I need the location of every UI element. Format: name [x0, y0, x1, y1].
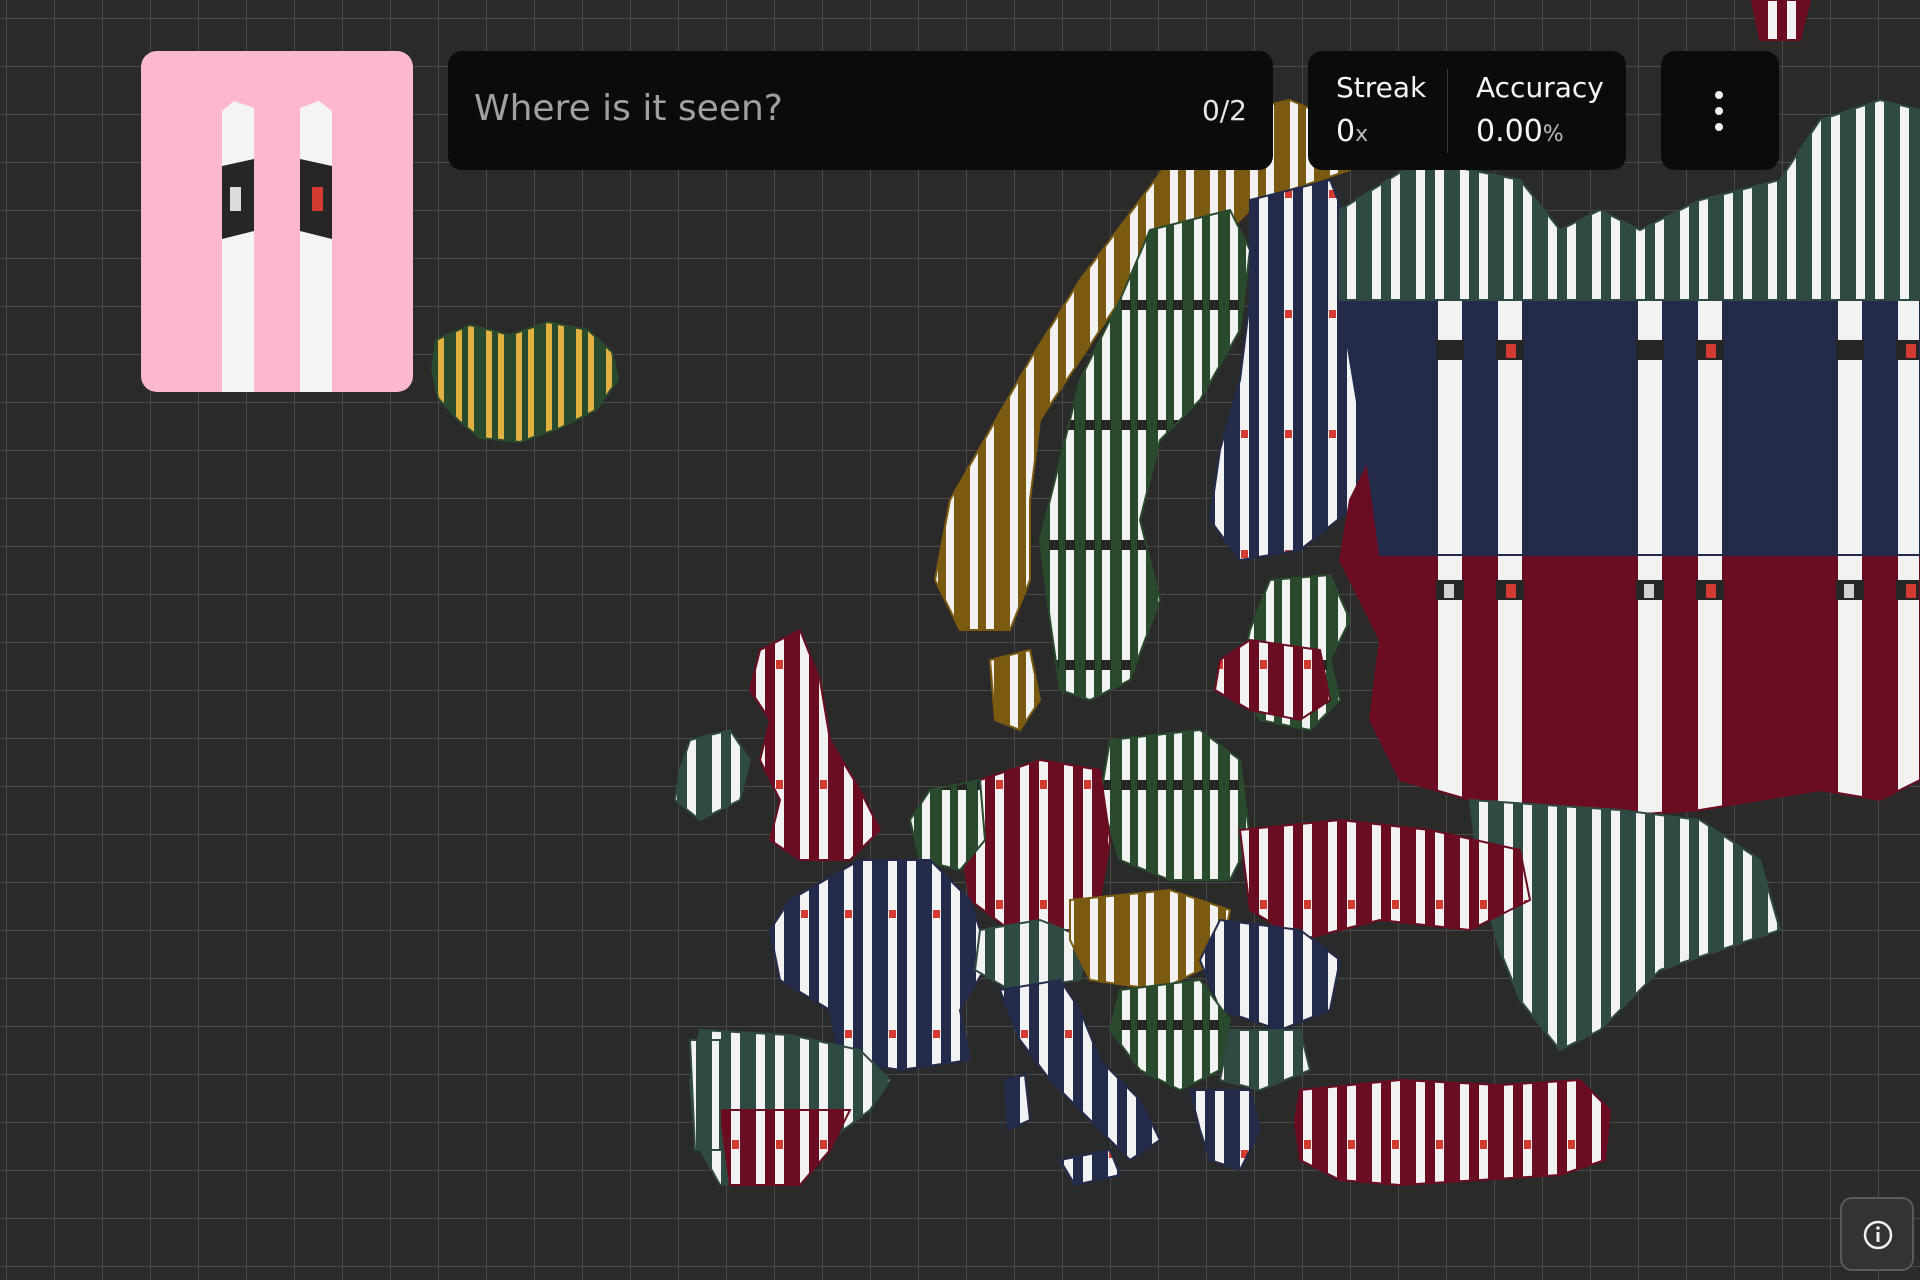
accuracy-value: 0.00% [1476, 114, 1604, 149]
accuracy-number: 0.00 [1476, 114, 1543, 149]
region-uk[interactable] [748, 628, 882, 861]
round-progress: 0/2 [1201, 94, 1247, 127]
menu-button[interactable] [1661, 51, 1779, 170]
region-russia-north[interactable] [1338, 288, 1920, 556]
info-button[interactable] [1840, 1197, 1914, 1271]
clue-card [141, 51, 413, 392]
region-portugal[interactable] [688, 1039, 721, 1151]
streak-stat: Streak 0x [1336, 71, 1426, 149]
info-icon [1863, 1220, 1893, 1250]
region-turkey[interactable] [1293, 1078, 1612, 1187]
region-russia-island[interactable] [1750, 0, 1812, 41]
streak-label: Streak [1336, 71, 1427, 104]
question-text: Where is it seen? [474, 88, 783, 129]
region-russia-south[interactable] [1468, 798, 1782, 1052]
accuracy-unit: % [1542, 122, 1564, 147]
game-stage: Where is it seen? 0/2 Streak 0x Accuracy… [0, 0, 1920, 1280]
accuracy-stat: Accuracy 0.00% [1476, 71, 1604, 149]
region-denmark[interactable] [988, 648, 1042, 732]
region-spain-south[interactable] [718, 1109, 852, 1186]
streak-unit: x [1355, 122, 1369, 147]
region-poland[interactable] [1098, 728, 1252, 881]
region-greece[interactable] [1188, 1089, 1262, 1172]
streak-number: 0 [1336, 114, 1356, 149]
region-ireland[interactable] [673, 728, 752, 822]
region-bulgaria[interactable] [1218, 1029, 1312, 1092]
streak-value: 0x [1336, 114, 1426, 149]
more-vertical-icon [1715, 91, 1723, 131]
question-bar: Where is it seen? 0/2 [448, 51, 1273, 170]
accuracy-label: Accuracy [1476, 71, 1604, 104]
region-iceland[interactable] [430, 320, 620, 444]
stats-divider [1447, 69, 1448, 153]
region-sardinia[interactable] [1003, 1073, 1032, 1132]
region-sicily[interactable] [1058, 1148, 1122, 1187]
region-belarus[interactable] [1213, 638, 1332, 722]
region-balkans[interactable] [1108, 978, 1232, 1092]
bollard-icon [222, 101, 332, 392]
stats-panel: Streak 0x Accuracy 0.00% [1308, 51, 1626, 170]
